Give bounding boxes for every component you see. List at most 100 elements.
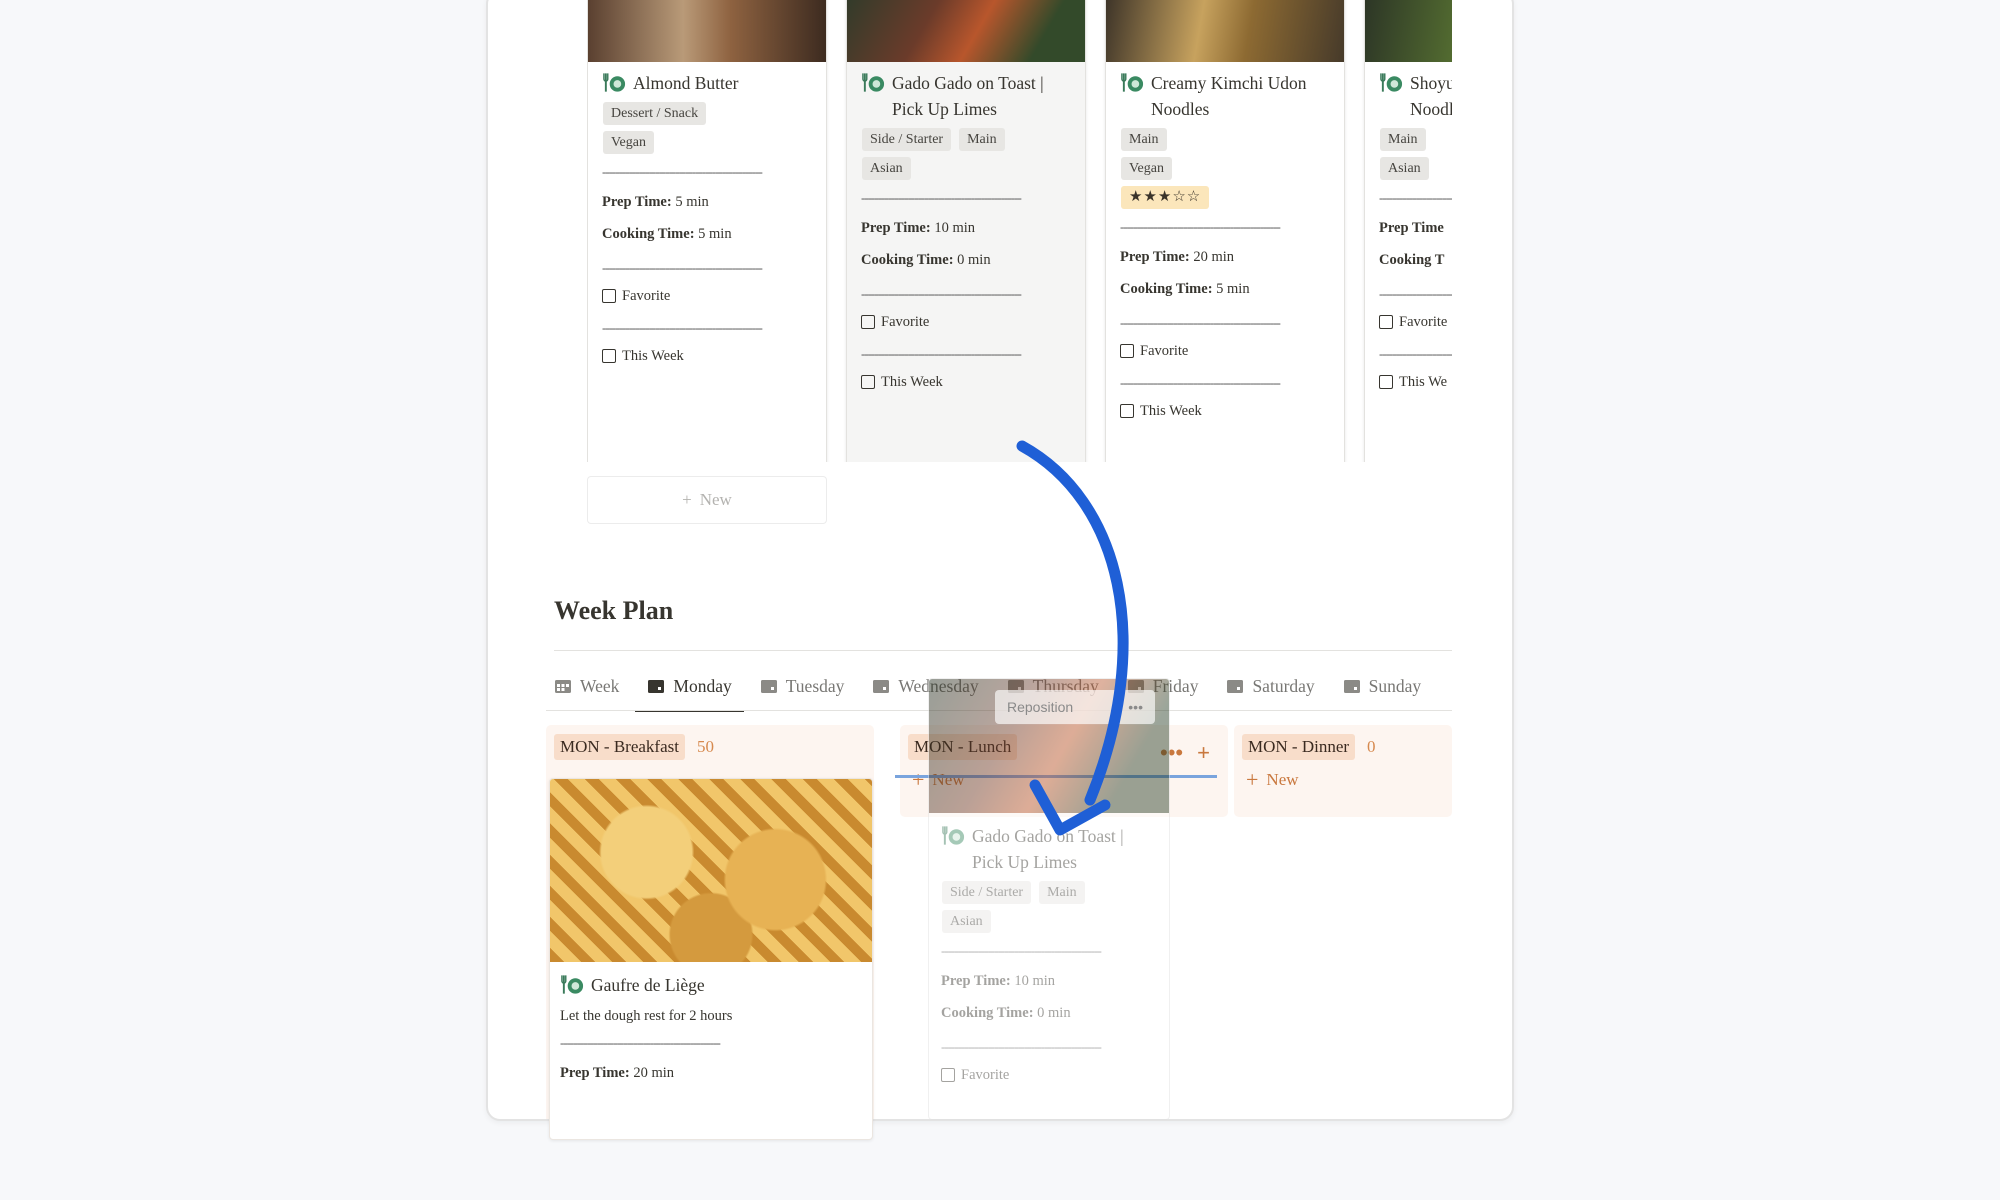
calendar-icon: [1227, 680, 1244, 693]
recipe-title[interactable]: Creamy Kimchi Udon: [1151, 70, 1307, 96]
group-count: 50: [696, 737, 714, 756]
checkbox-icon[interactable]: [1120, 344, 1134, 358]
checkbox-icon[interactable]: [861, 375, 875, 389]
checkbox-icon[interactable]: [602, 289, 616, 303]
tab-label: Monday: [673, 675, 732, 696]
separator: ----------------------------------------…: [1120, 375, 1281, 390]
calendar-grid-icon: [555, 680, 571, 693]
checkbox-icon[interactable]: [602, 349, 616, 363]
cooking-time: Cooking T: [1379, 252, 1445, 268]
dinner-new-button[interactable]: + New: [1234, 762, 1452, 798]
category-tag: Main: [1039, 881, 1085, 904]
prep-time: Prep Time: 20 min: [560, 1065, 674, 1081]
category-tag: Dessert / Snack: [603, 102, 707, 125]
this-week-checkbox[interactable]: This We: [1379, 368, 1452, 396]
dragging-card[interactable]: Gado Gado on Toast | Pick Up Limes Side …: [928, 678, 1170, 1120]
favorite-checkbox[interactable]: Favorite: [1120, 337, 1330, 365]
separator: ----------------------------------------…: [560, 1035, 721, 1050]
recipe-icon: [561, 975, 584, 994]
favorite-checkbox[interactable]: Favorite: [1379, 308, 1452, 336]
favorite-checkbox[interactable]: Favorite: [602, 282, 812, 310]
recipe-note: Let the dough rest for 2 hours: [560, 1008, 733, 1024]
recipe-cover-image: [1106, 0, 1344, 62]
recipe-title[interactable]: Noodl: [1410, 96, 1452, 122]
new-label: New: [699, 490, 732, 509]
recipe-title[interactable]: Pick Up Limes: [892, 96, 1044, 122]
tab-label: Week: [580, 675, 620, 696]
favorite-checkbox[interactable]: Favorite: [861, 308, 1071, 336]
this-week-checkbox[interactable]: This Week: [602, 342, 812, 370]
separator: ----------------------------------------…: [1379, 346, 1452, 361]
cooking-time: Cooking Time: 5 min: [1120, 281, 1250, 297]
recipe-title[interactable]: Noodles: [1151, 96, 1307, 122]
separator: ----------------------------------------…: [1120, 219, 1281, 234]
plus-icon: +: [682, 490, 692, 509]
category-tag: Main: [1380, 128, 1426, 151]
recipe-title: Pick Up Limes: [972, 852, 1077, 872]
separator: ----------------------------------------…: [861, 286, 1022, 301]
recipe-cover-image: [550, 779, 872, 962]
group-label[interactable]: MON - Breakfast: [554, 734, 685, 760]
add-icon[interactable]: +: [1197, 740, 1210, 766]
recipe-tags: Side / Starter Main: [862, 128, 1071, 151]
tab-label: Saturday: [1252, 675, 1315, 696]
page-section-title: Week Plan: [554, 596, 674, 625]
plus-icon: +: [912, 767, 925, 792]
diet-tag: Vegan: [603, 131, 654, 154]
tab-monday[interactable]: Monday: [635, 668, 745, 712]
recipe-title[interactable]: Almond Butter: [633, 70, 738, 96]
recipe-title[interactable]: Gado Gado on Toast |: [892, 70, 1044, 96]
board-card-gaufre[interactable]: Gaufre de Liège Let the dough rest for 2…: [549, 778, 873, 1140]
recipe-tags: Main: [1121, 128, 1330, 151]
this-week-checkbox[interactable]: This Week: [861, 368, 1071, 396]
recipe-tags: ★★★☆☆: [1121, 186, 1330, 209]
recipe-title[interactable]: Gaufre de Liège: [591, 972, 705, 998]
rating-stars: ★★★☆☆: [1121, 186, 1210, 209]
calendar-icon: [648, 680, 665, 693]
prep-time: Prep Time: 10 min: [941, 973, 1055, 989]
recipe-tags: Main: [1380, 128, 1452, 151]
separator: ----------------------------------------…: [1379, 190, 1452, 205]
recipe-tags: Dessert / Snack: [603, 102, 812, 125]
reposition-button[interactable]: Reposition •••: [995, 690, 1155, 724]
cooking-time: Cooking Time: 0 min: [941, 1005, 1071, 1021]
recipe-cover-image: [1365, 0, 1452, 62]
recipe-card[interactable]: Almond Butter Dessert / Snack Vegan ----…: [587, 0, 827, 462]
prep-time: Prep Time: 20 min: [1120, 249, 1234, 265]
recipe-card[interactable]: Shoyu Noodl Main Asian -----------------…: [1364, 0, 1452, 462]
more-icon[interactable]: •••: [1128, 699, 1143, 715]
this-week-checkbox[interactable]: This Week: [1120, 397, 1330, 425]
tab-label: Sunday: [1368, 675, 1422, 696]
checkbox-icon[interactable]: [861, 315, 875, 329]
calendar-icon: [760, 680, 777, 693]
new-label: New: [1266, 770, 1299, 789]
recipe-cover-image: [847, 0, 1085, 62]
recipe-tags: Vegan: [603, 131, 812, 154]
separator: ----------------------------------------…: [941, 943, 1102, 958]
gallery-new-button[interactable]: + New: [587, 476, 827, 524]
recipe-title[interactable]: Shoyu: [1410, 70, 1452, 96]
recipe-title: Gado Gado on Toast |: [972, 826, 1124, 846]
recipe-icon: [862, 73, 885, 92]
category-tag: Main: [959, 128, 1005, 151]
group-label[interactable]: MON - Dinner: [1242, 734, 1356, 760]
separator: ----------------------------------------…: [602, 164, 763, 179]
tab-saturday[interactable]: Saturday: [1226, 668, 1324, 704]
recipe-icon: [1121, 73, 1144, 92]
recipe-tags: Asian: [862, 157, 1071, 180]
group-count: 0: [1367, 737, 1376, 756]
plus-icon: +: [1246, 767, 1259, 792]
reposition-label: Reposition: [1007, 699, 1074, 715]
checkbox-icon[interactable]: [1379, 375, 1393, 389]
recipe-card[interactable]: Creamy Kimchi Udon Noodles Main Vegan ★★…: [1105, 0, 1345, 462]
separator: ----------------------------------------…: [1120, 315, 1281, 330]
checkbox-icon[interactable]: [1379, 315, 1393, 329]
tab-tuesday[interactable]: Tuesday: [760, 668, 855, 704]
recipe-card[interactable]: Gado Gado on Toast | Pick Up Limes Side …: [846, 0, 1086, 462]
tab-week[interactable]: Week: [554, 668, 629, 704]
checkbox-icon[interactable]: [1120, 404, 1134, 418]
calendar-icon: [873, 680, 890, 693]
category-tag: Main: [1121, 128, 1167, 151]
tab-label: Tuesday: [785, 675, 845, 696]
tab-sunday[interactable]: Sunday: [1343, 668, 1432, 704]
